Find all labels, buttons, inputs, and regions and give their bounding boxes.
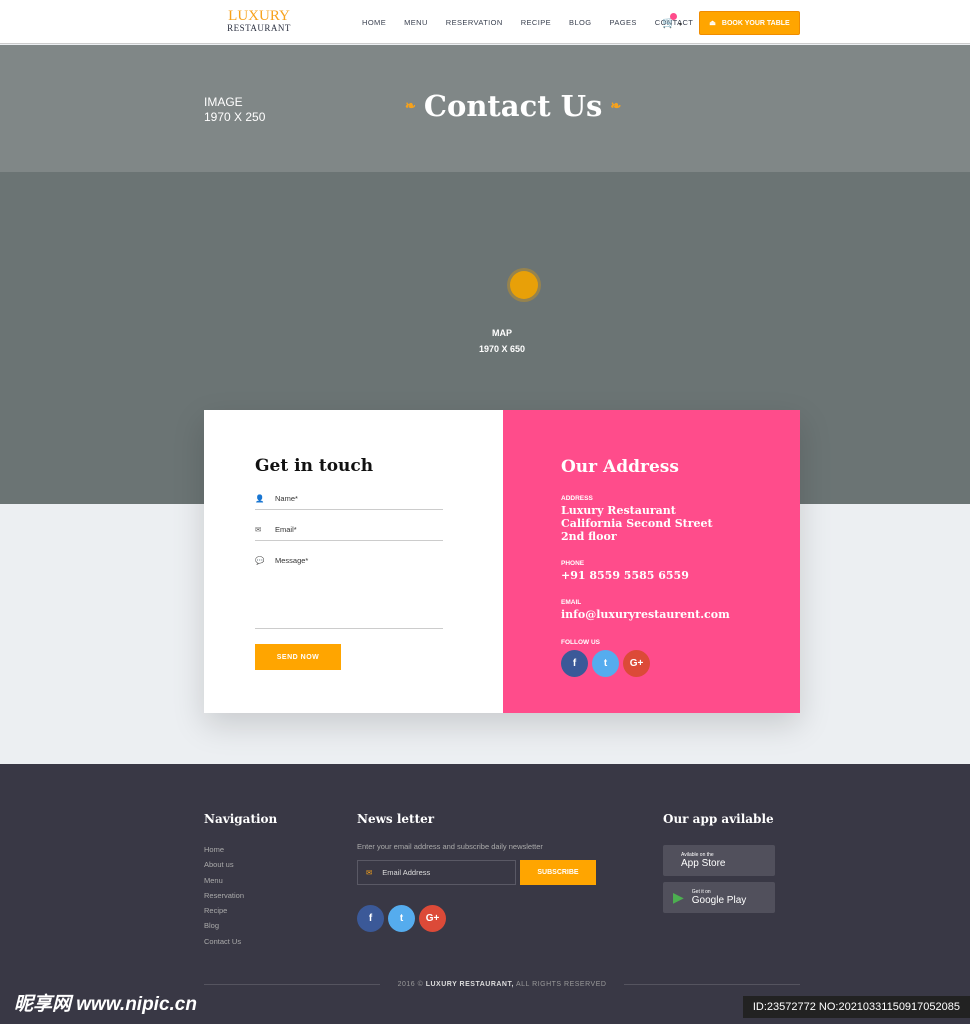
placeholder-label: IMAGE <box>204 95 243 109</box>
google-plus-icon[interactable]: G+ <box>419 905 446 932</box>
footer-link-reservation[interactable]: Reservation <box>204 888 244 903</box>
footer-nav-title: Navigation <box>204 812 278 826</box>
logo-bottom: RESTAURANT <box>227 23 291 33</box>
message-field[interactable]: 💬 Message* <box>255 556 443 629</box>
cart-badge <box>670 13 677 20</box>
play-icon: ▶ <box>673 889 684 905</box>
message-placeholder: Message* <box>275 556 309 565</box>
footer-link-contact[interactable]: Contact Us <box>204 934 244 949</box>
name-placeholder: Name* <box>275 494 298 503</box>
copyright: 2016 © LUXURY RESTAURANT, ALL RIGHTS RES… <box>204 981 800 988</box>
footer-link-about[interactable]: About us <box>204 857 244 872</box>
image-placeholder: IMAGE 1970 X 250 <box>204 95 265 125</box>
address-panel: Our Address ADDRESS Luxury Restaurant Ca… <box>503 410 800 713</box>
book-label: BOOK YOUR TABLE <box>721 19 790 27</box>
facebook-icon[interactable]: f <box>561 650 588 677</box>
facebook-icon[interactable]: f <box>357 905 384 932</box>
twitter-icon[interactable]: t <box>592 650 619 677</box>
email-placeholder: Email Address <box>382 868 431 877</box>
address-line: Luxury Restaurant <box>561 504 676 517</box>
send-button[interactable]: SEND NOW <box>255 644 341 670</box>
page-banner: IMAGE 1970 X 250 ❧ Contact Us ❧ <box>0 45 970 172</box>
social-links: f t G+ <box>561 650 650 677</box>
ornament-icon: ❧ <box>405 98 416 114</box>
user-icon: 👤 <box>255 494 265 503</box>
play-big: Google Play <box>691 895 747 906</box>
logo[interactable]: LUXURY RESTAURANT <box>204 9 314 33</box>
copyright-brand: LUXURY RESTAURANT, <box>425 981 514 988</box>
contact-card: Get in touch 👤 Name* ✉ Email* 💬 Message* SE… <box>204 410 800 713</box>
top-navbar: LUXURY RESTAURANT HOME MENU RESERVATION … <box>0 0 970 44</box>
copyright-text: 2016 © LUXURY RESTAURANT, ALL RIGHTS RES… <box>398 981 607 988</box>
email-placeholder: Email* <box>275 525 297 534</box>
google-play-button[interactable]: ▶ Get it on Google Play <box>663 882 775 913</box>
copyright-year: 2016 © <box>397 981 424 988</box>
address-title: Our Address <box>561 457 679 477</box>
watermark-left: 昵享网 www.nipic.cn <box>14 994 197 1015</box>
title-text: Contact Us <box>423 89 603 123</box>
address-line: California Second Street <box>561 517 713 530</box>
book-table-button[interactable]: ⏏ BOOK YOUR TABLE <box>699 11 800 35</box>
nav-pages[interactable]: PAGES <box>610 18 637 27</box>
email-label: EMAIL <box>561 599 582 606</box>
footer-link-menu[interactable]: Menu <box>204 873 244 888</box>
map-label: MAP <box>492 328 512 338</box>
map-size: 1970 X 650 <box>478 344 526 354</box>
bell-icon: ⏏ <box>709 20 716 27</box>
phone-value: +91 8559 5585 6559 <box>561 569 689 582</box>
cart-icon[interactable]: 🛒 ▾ <box>662 13 682 29</box>
nav-home[interactable]: HOME <box>362 18 386 27</box>
follow-label: FOLLOW US <box>561 639 600 646</box>
phone-label: PHONE <box>561 560 585 567</box>
divider <box>624 984 800 985</box>
ornament-icon: ❧ <box>610 98 622 114</box>
newsletter-email-input[interactable]: ✉ Email Address <box>357 860 516 885</box>
address-label: ADDRESS <box>561 495 593 502</box>
footer-social-links: f t G+ <box>357 905 446 932</box>
copyright-rest: ALL RIGHTS RESERVED <box>516 981 607 988</box>
form-title: Get in touch <box>255 456 374 476</box>
address-line: 2nd floor <box>561 530 617 543</box>
name-field[interactable]: 👤 Name* <box>255 494 443 510</box>
footer-link-home[interactable]: Home <box>204 842 244 857</box>
logo-top: LUXURY <box>228 8 290 24</box>
nav-recipe[interactable]: RECIPE <box>521 18 551 27</box>
newsletter-description: Enter your email address and subscribe d… <box>357 842 543 851</box>
map-pin-icon[interactable] <box>510 271 538 299</box>
email-field[interactable]: ✉ Email* <box>255 525 443 541</box>
email-value[interactable]: info@luxuryrestaurent.com <box>561 608 730 621</box>
twitter-icon[interactable]: t <box>388 905 415 932</box>
address-value: Luxury Restaurant California Second Stre… <box>561 504 713 543</box>
envelope-icon: ✉ <box>255 525 262 534</box>
google-plus-icon[interactable]: G+ <box>623 650 650 677</box>
appstore-big: App Store <box>681 858 726 869</box>
page-title: ❧ Contact Us ❧ <box>405 89 621 123</box>
footer-link-blog[interactable]: Blog <box>204 918 244 933</box>
divider <box>204 984 380 985</box>
chat-icon: 💬 <box>255 556 265 565</box>
app-title: Our app avilable <box>663 812 774 826</box>
envelope-icon: ✉ <box>366 868 373 877</box>
nav-blog[interactable]: BLOG <box>569 18 591 27</box>
footer-link-recipe[interactable]: Recipe <box>204 903 244 918</box>
placeholder-size: 1970 X 250 <box>204 110 266 124</box>
watermark-right: ID:23572772 NO:20210331150917052085 <box>742 996 970 1018</box>
footer-nav: Home About us Menu Reservation Recipe Bl… <box>204 842 244 949</box>
contact-form: Get in touch 👤 Name* ✉ Email* 💬 Message* SE… <box>204 410 503 713</box>
nav-reservation[interactable]: RESERVATION <box>446 18 503 27</box>
subscribe-button[interactable]: SUBSCRIBE <box>520 860 596 885</box>
main-nav: HOME MENU RESERVATION RECIPE BLOG PAGES … <box>362 18 693 27</box>
newsletter-title: News letter <box>357 812 435 826</box>
app-store-button[interactable]: Avilable on the App Store <box>663 845 775 876</box>
map-placeholder: MAP 1970 X 650 <box>0 325 970 357</box>
nav-menu[interactable]: MENU <box>404 18 428 27</box>
footer: Navigation Home About us Menu Reservatio… <box>0 764 970 1024</box>
